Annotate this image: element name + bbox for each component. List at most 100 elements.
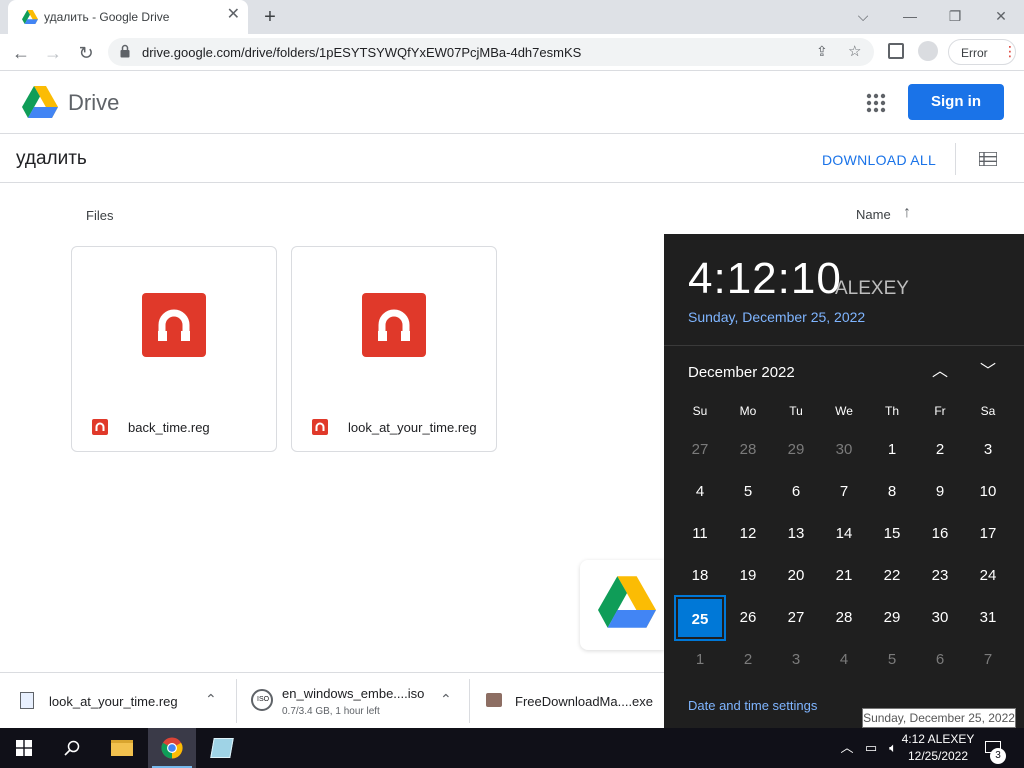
browser-tab-drive[interactable]: удалить - Google Drive ✕ [8,0,248,34]
sort-arrow-up-icon[interactable]: ↑ [903,204,911,222]
calendar-day[interactable]: 23 [916,555,964,597]
calendar-day[interactable]: 4 [676,471,724,513]
tab-search-icon[interactable]: ⌵ [849,6,877,26]
calendar-day[interactable]: 30 [820,429,868,471]
calendar-day[interactable]: 14 [820,513,868,555]
previous-month-chevron-up-icon[interactable]: ︿ [928,360,952,384]
taskbar-app[interactable] [198,728,246,768]
calendar-day[interactable]: 18 [676,555,724,597]
calendar-day[interactable]: 5 [724,471,772,513]
file-card[interactable]: look_at_your_time.reg [291,246,497,452]
taskbar-search-button[interactable] [48,728,96,768]
app-icon [210,738,234,758]
volume-icon[interactable]: 🔈︎ [885,740,901,756]
calendar-day-today[interactable]: 25 [674,595,726,641]
download-item[interactable]: look_at_your_time.reg ⌃ [0,673,236,729]
calendar-day[interactable]: 16 [916,513,964,555]
reg-file-thumbnail-icon [142,293,206,357]
calendar-day[interactable]: 15 [868,513,916,555]
forward-icon[interactable]: → [40,40,66,66]
address-bar[interactable]: drive.google.com/drive/folders/1pESYTSYW… [108,38,874,66]
date-time-settings-link[interactable]: Date and time settings [688,698,817,713]
taskbar-chrome[interactable] [148,728,196,768]
calendar-day[interactable]: 22 [868,555,916,597]
reload-icon[interactable]: ↻ [73,40,99,66]
tray-chevron-up-icon[interactable]: ︿ [839,740,855,756]
tab-close-icon[interactable]: ✕ [227,7,240,23]
profile-error-button[interactable]: Error ⋮ [948,39,1017,65]
divider [955,143,956,175]
calendar-day[interactable]: 6 [772,471,820,513]
download-item[interactable]: ISO en_windows_embe....iso 0.7/3.4 GB, 1… [237,673,469,729]
calendar-day[interactable]: 29 [868,597,916,639]
calendar-day[interactable]: 2 [724,639,772,681]
start-button[interactable] [0,728,48,768]
chevron-up-icon[interactable]: ⌃ [205,691,217,708]
action-center-button[interactable]: 3 [980,728,1024,768]
calendar-day[interactable]: 27 [676,429,724,471]
calendar-day[interactable]: 8 [868,471,916,513]
calendar-day[interactable]: 19 [724,555,772,597]
download-all-button[interactable]: DOWNLOAD ALL [822,152,936,168]
weekday-label: Fr [934,404,946,418]
next-month-chevron-down-icon[interactable]: ﹀ [976,360,1000,384]
calendar-day[interactable]: 24 [964,555,1012,597]
menu-kebab-icon: ⋮ [1003,43,1017,59]
calendar-day[interactable]: 11 [676,513,724,555]
window-close-icon[interactable]: ✕ [987,6,1015,26]
taskbar-file-explorer[interactable] [98,728,146,768]
calendar-day[interactable]: 10 [964,471,1012,513]
download-item[interactable]: FreeDownloadMa....exe [470,673,664,729]
calendar-day[interactable]: 28 [820,597,868,639]
back-icon[interactable]: ← [8,40,34,66]
calendar-day[interactable]: 20 [772,555,820,597]
calendar-flyout: 4:12:10 ALEXEY Sunday, December 25, 2022… [664,234,1024,728]
calendar-day[interactable]: 5 [868,639,916,681]
taskbar-clock-date: 12/25/2022 [907,749,969,763]
sign-in-button[interactable]: Sign in [908,84,1004,120]
calendar-day[interactable]: 29 [772,429,820,471]
calendar-day[interactable]: 3 [964,429,1012,471]
calendar-day[interactable]: 3 [772,639,820,681]
weekday-label: Su [692,404,708,418]
calendar-day[interactable]: 30 [916,597,964,639]
calendar-day[interactable]: 26 [724,597,772,639]
windows-taskbar: ︿ ▭ 🔈︎ 4:12 ALEXEY 12/25/2022 3 [0,728,1024,768]
download-name: look_at_your_time.reg [49,694,178,709]
calendar-day[interactable]: 27 [772,597,820,639]
calendar-day[interactable]: 1 [868,429,916,471]
list-view-icon[interactable] [979,152,997,166]
calendar-day[interactable]: 12 [724,513,772,555]
calendar-day[interactable]: 31 [964,597,1012,639]
calendar-day[interactable]: 21 [820,555,868,597]
share-icon[interactable]: ⇪ [816,43,828,60]
calendar-day[interactable]: 6 [916,639,964,681]
calendar-day[interactable]: 4 [820,639,868,681]
calendar-day[interactable]: 2 [916,429,964,471]
file-card[interactable]: back_time.reg [71,246,277,452]
iso-icon: ISO [257,696,270,703]
drive-logo-icon[interactable] [22,86,58,118]
apps-grid-icon[interactable] [866,93,886,113]
bookmark-star-icon[interactable]: ☆ [848,42,861,60]
drive-promo-badge[interactable] [580,560,664,650]
new-tab-button[interactable]: + [258,5,282,29]
flyout-long-date[interactable]: Sunday, December 25, 2022 [688,309,865,325]
calendar-day[interactable]: 1 [676,639,724,681]
calendar-day[interactable]: 7 [964,639,1012,681]
calendar-day[interactable]: 9 [916,471,964,513]
restore-icon[interactable]: ❐ [941,6,969,26]
calendar-day[interactable]: 13 [772,513,820,555]
minimize-icon[interactable]: — [896,6,924,26]
profile-avatar-icon[interactable] [918,41,938,61]
chevron-up-icon[interactable]: ⌃ [440,691,452,708]
calendar-day[interactable]: 7 [820,471,868,513]
taskbar-clock[interactable]: 4:12 ALEXEY 12/25/2022 [900,731,976,765]
network-icon[interactable]: ▭ [863,740,879,756]
side-panel-icon[interactable] [888,43,904,59]
calendar-day[interactable]: 28 [724,429,772,471]
folder-icon [111,740,133,756]
calendar-day[interactable]: 17 [964,513,1012,555]
calendar-month-label[interactable]: December 2022 [688,364,795,381]
sort-by-name-button[interactable]: Name [856,207,891,222]
